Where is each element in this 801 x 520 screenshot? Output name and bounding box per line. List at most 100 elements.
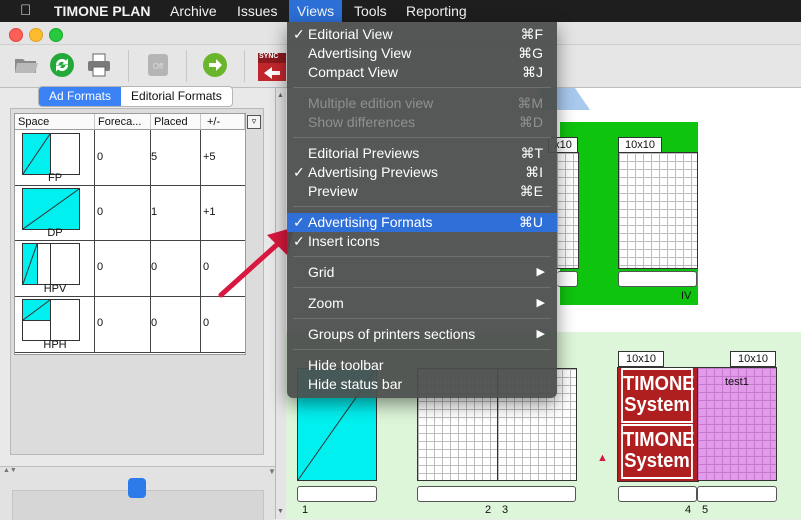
- menu-separator: [293, 137, 551, 138]
- forecast-value: 0: [97, 151, 104, 163]
- diff-value: 0: [203, 317, 210, 329]
- apple-icon[interactable]: : [20, 0, 31, 22]
- warning-triangle-icon[interactable]: ▲: [597, 452, 608, 464]
- page-grid[interactable]: [618, 152, 698, 269]
- placed-value: 1: [151, 206, 158, 218]
- column-picker-icon[interactable]: ▿: [247, 115, 261, 129]
- timone-text: TIMONE: [622, 429, 695, 451]
- page-slot[interactable]: [618, 486, 697, 502]
- svg-text:Off: Off: [153, 62, 164, 71]
- menu-item-advertising-formats[interactable]: ✓ Advertising Formats ⌘U: [287, 213, 557, 232]
- section-numeral: IV: [681, 290, 692, 302]
- diff-value: +1: [203, 206, 216, 218]
- page-ad-test1[interactable]: test1: [697, 367, 777, 481]
- table-row[interactable]: HPH 0 0 0: [15, 296, 245, 353]
- resize-arrows-icon[interactable]: ▲▼: [3, 467, 17, 474]
- page-format-label: 10x10: [618, 351, 664, 367]
- menu-item-zoom[interactable]: Zoom ▶: [287, 294, 557, 313]
- menu-item-groups-of-printers-sections[interactable]: Groups of printers sections ▶: [287, 325, 557, 344]
- menu-item-show-differences: Show differences ⌘D: [308, 114, 543, 130]
- menu-separator: [293, 206, 551, 207]
- menubar:  TIMONE PLAN Archive Issues Views Tools…: [0, 0, 801, 22]
- scroll-down-icon[interactable]: ▼: [277, 508, 284, 515]
- page-slot[interactable]: [618, 271, 697, 287]
- close-window-button[interactable]: [9, 28, 23, 42]
- page-grid[interactable]: [557, 152, 579, 269]
- print-icon[interactable]: [85, 51, 113, 79]
- page-slot[interactable]: [297, 486, 377, 502]
- placed-value: 0: [151, 317, 158, 329]
- timone-text: System: [624, 450, 690, 472]
- menu-separator: [293, 256, 551, 257]
- menu-item-hide-status-bar[interactable]: Hide status bar: [287, 375, 557, 394]
- formats-tab-control: Ad Formats Editorial Formats: [38, 86, 233, 107]
- checkmark-icon: ✓: [293, 214, 305, 230]
- format-label: HPV: [43, 283, 67, 295]
- submenu-arrow-icon: ▶: [536, 266, 545, 278]
- menu-item-preview[interactable]: Preview ⌘E: [287, 182, 557, 201]
- column-header-space[interactable]: Space: [15, 114, 95, 130]
- column-header-placed[interactable]: Placed: [151, 114, 201, 130]
- checkmark-icon: ✓: [293, 164, 305, 180]
- toolbar-separator: [128, 50, 129, 82]
- diff-value: 0: [203, 261, 210, 273]
- timone-ad-block: TIMONE System: [621, 424, 695, 479]
- toolbar-separator: [244, 50, 245, 82]
- tab-editorial-formats[interactable]: Editorial Formats: [121, 87, 232, 106]
- menu-item-hide-toolbar[interactable]: Hide toolbar: [287, 356, 557, 375]
- menu-item-advertising-view[interactable]: Advertising View ⌘G: [287, 44, 557, 63]
- table-row[interactable]: DP 0 1 +1: [15, 185, 245, 241]
- tab-ad-formats[interactable]: Ad Formats: [39, 87, 122, 106]
- menu-item-multiple-edition-view: Multiple edition view ⌘M: [308, 95, 543, 111]
- page-slot[interactable]: [697, 486, 777, 502]
- refresh-icon[interactable]: [48, 51, 76, 79]
- submenu-arrow-icon: ▶: [536, 297, 545, 309]
- offline-icon[interactable]: Off: [144, 51, 172, 79]
- checkmark-icon: ✓: [293, 26, 305, 42]
- sync-label: SYNC: [259, 53, 279, 60]
- format-thumbnail: [22, 188, 80, 230]
- submenu-arrow-icon: ▶: [536, 328, 545, 340]
- scroll-up-icon[interactable]: ▲: [277, 92, 284, 99]
- menu-reporting[interactable]: Reporting: [406, 0, 467, 22]
- column-header-diff[interactable]: +/-: [201, 114, 245, 130]
- menu-item-insert-icons[interactable]: ✓ Insert icons: [287, 232, 557, 251]
- forecast-value: 0: [97, 261, 104, 273]
- format-thumbnail: [22, 299, 80, 341]
- menu-separator: [293, 349, 551, 350]
- views-menu: ✓ Editorial View ⌘F Advertising View ⌘G …: [287, 22, 557, 398]
- menu-item-grid[interactable]: Grid ▶: [287, 263, 557, 282]
- menu-issues[interactable]: Issues: [237, 0, 277, 22]
- menu-item-advertising-previews[interactable]: ✓ Advertising Previews ⌘I: [287, 163, 557, 182]
- menu-views[interactable]: Views: [289, 0, 343, 22]
- collapse-icon[interactable]: ▼: [268, 467, 276, 476]
- menu-separator: [293, 318, 551, 319]
- page-slot[interactable]: [557, 271, 578, 287]
- forecast-value: 0: [97, 206, 104, 218]
- toolbar-separator: [186, 50, 187, 82]
- page-number: 5: [702, 504, 709, 516]
- menu-item-editorial-previews[interactable]: Editorial Previews ⌘T: [287, 144, 557, 163]
- open-folder-icon[interactable]: [12, 51, 40, 79]
- forecast-value: 0: [97, 317, 104, 329]
- page-slot[interactable]: [417, 486, 576, 502]
- minimize-window-button[interactable]: [29, 28, 43, 42]
- zoom-window-button[interactable]: [49, 28, 63, 42]
- app-name-menu[interactable]: TIMONE PLAN: [54, 0, 150, 22]
- column-header-forecast[interactable]: Foreca...: [95, 114, 151, 130]
- ad-label: test1: [725, 376, 749, 388]
- format-thumbnail: [22, 133, 80, 175]
- table-row[interactable]: HPV 0 0 0: [15, 240, 245, 297]
- zoom-slider-handle[interactable]: [128, 478, 146, 498]
- forward-arrow-icon[interactable]: [201, 51, 229, 79]
- menu-item-editorial-view[interactable]: ✓ Editorial View ⌘F: [287, 25, 557, 44]
- table-row[interactable]: FP 0 5 +5: [15, 130, 245, 186]
- menu-item-compact-view[interactable]: Compact View ⌘J: [287, 63, 557, 82]
- diff-value: +5: [203, 151, 216, 163]
- menu-tools[interactable]: Tools: [354, 0, 387, 22]
- menu-archive[interactable]: Archive: [170, 0, 217, 22]
- page-number: 3: [502, 504, 509, 516]
- format-label: HPH: [43, 339, 67, 351]
- format-label: DP: [47, 227, 63, 239]
- ad-formats-table: Space Foreca... Placed +/- ▿ FP 0 5 +5 D…: [14, 113, 261, 355]
